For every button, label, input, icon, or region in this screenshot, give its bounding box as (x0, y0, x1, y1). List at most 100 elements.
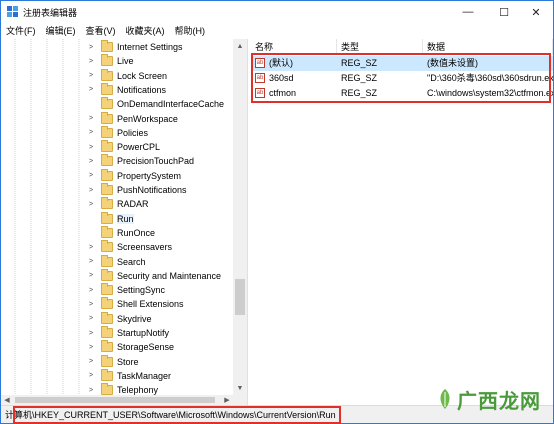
expand-chevron-icon[interactable]: > (87, 44, 95, 51)
scroll-thumb[interactable] (235, 279, 245, 315)
expand-chevron-icon[interactable]: > (87, 201, 95, 208)
expand-chevron-icon[interactable]: > (87, 58, 95, 65)
expand-chevron-icon[interactable]: > (87, 244, 95, 251)
scroll-up-icon[interactable]: ▲ (233, 39, 247, 53)
expand-chevron-icon[interactable]: > (87, 287, 95, 294)
expand-chevron-icon[interactable]: > (87, 129, 95, 136)
folder-icon (101, 268, 113, 281)
expand-chevron-icon[interactable]: > (87, 115, 95, 122)
expand-chevron-icon[interactable]: > (87, 258, 95, 265)
expand-chevron-icon[interactable]: > (87, 315, 95, 322)
minimize-button[interactable]: — (451, 1, 485, 23)
tree-item[interactable]: > Search (87, 254, 146, 269)
scroll-left-icon[interactable]: ◀ (1, 395, 13, 405)
column-header-type[interactable]: 类型 (337, 39, 423, 55)
tree-vertical-scrollbar[interactable]: ▲ ▼ (233, 39, 247, 395)
registry-editor-icon (7, 6, 18, 17)
folder-icon (101, 283, 113, 296)
expand-chevron-icon[interactable]: > (87, 86, 95, 93)
tree-item[interactable]: > Lock Screen (87, 68, 167, 83)
expand-chevron-icon[interactable]: > (87, 301, 95, 308)
expand-chevron-icon[interactable]: > (87, 172, 95, 179)
tree-horizontal-scrollbar[interactable]: ◀ ▶ (1, 395, 247, 405)
tree-item-label: Telephony (117, 385, 159, 395)
tree-item[interactable]: Run (87, 211, 134, 226)
tree-item[interactable]: RunOnce (87, 225, 155, 240)
tree-item[interactable]: > PenWorkspace (87, 111, 178, 126)
column-header-data[interactable]: 数据 (423, 39, 553, 55)
value-row-default[interactable]: ab (默认) REG_SZ (数值未设置) (251, 56, 553, 71)
scroll-down-icon[interactable]: ▼ (233, 381, 247, 395)
tree-item-label: Shell Extensions (117, 299, 184, 310)
menu-bar: 文件(F) 编辑(E) 查看(V) 收藏夹(A) 帮助(H) (1, 23, 553, 39)
tree-item[interactable]: OnDemandInterfaceCache (87, 97, 224, 111)
folder-icon (101, 68, 113, 81)
tree-item[interactable]: > PowerCPL (87, 140, 160, 154)
maximize-button[interactable]: ☐ (487, 1, 521, 23)
tree-item[interactable]: > Screensavers (87, 240, 172, 254)
tree-item[interactable]: > Store (87, 354, 139, 369)
menu-file[interactable]: 文件(F) (1, 23, 41, 39)
tree-item[interactable]: > Policies (87, 125, 148, 140)
tree-item[interactable]: > TaskManager (87, 368, 171, 383)
tree-item[interactable]: > StartupNotify (87, 326, 169, 340)
menu-favorites[interactable]: 收藏夹(A) (121, 23, 170, 39)
folder-icon (101, 140, 113, 153)
value-type: REG_SZ (341, 58, 378, 68)
tree-item-label: Search (117, 256, 146, 267)
menu-edit[interactable]: 编辑(E) (41, 23, 81, 39)
tree-item-label: OnDemandInterfaceCache (117, 99, 225, 110)
tree-item[interactable]: > PropertySystem (87, 168, 181, 183)
tree-item[interactable]: > Skydrive (87, 311, 152, 326)
tree-item[interactable]: > Notifications (87, 82, 166, 97)
expand-chevron-icon[interactable]: > (87, 387, 95, 394)
value-type: REG_SZ (341, 88, 378, 98)
expand-chevron-icon[interactable]: > (87, 158, 95, 165)
tree-item[interactable]: > Telephony (87, 383, 158, 395)
tree-item[interactable]: > Security and Maintenance (87, 268, 221, 283)
close-button[interactable]: ✕ (519, 1, 553, 23)
folder-icon (101, 168, 113, 181)
folder-icon (101, 97, 113, 110)
string-value-icon: ab (255, 88, 265, 98)
menu-view[interactable]: 查看(V) (81, 23, 121, 39)
tree-item-label: PenWorkspace (117, 113, 178, 124)
scroll-right-icon[interactable]: ▶ (221, 395, 233, 405)
folder-icon (101, 354, 113, 367)
tree-item[interactable]: > StorageSense (87, 340, 174, 354)
tree-item[interactable]: > Shell Extensions (87, 297, 184, 311)
tree-item[interactable]: > SettingSync (87, 283, 165, 297)
value-list-pane: 名称 类型 数据 ab (默认) REG_SZ (数值未设置) ab 360sd… (251, 39, 553, 405)
expand-chevron-icon[interactable]: > (87, 72, 95, 79)
expand-chevron-icon[interactable]: > (87, 272, 95, 279)
value-row-360sd[interactable]: ab 360sd REG_SZ "D:\360杀毒\360sd\360sdrun… (251, 71, 553, 86)
hscroll-thumb[interactable] (15, 397, 215, 403)
string-value-icon: ab (255, 73, 265, 83)
folder-icon (101, 111, 113, 124)
tree-item[interactable]: > PushNotifications (87, 183, 187, 197)
expand-chevron-icon[interactable]: > (87, 187, 95, 194)
value-data: (数值未设置) (427, 58, 478, 68)
expand-chevron-icon[interactable]: > (87, 330, 95, 337)
column-header-name[interactable]: 名称 (251, 39, 337, 55)
title-bar[interactable]: 注册表编辑器 — ☐ ✕ (1, 1, 553, 23)
folder-icon (101, 311, 113, 324)
tree-item[interactable]: > PrecisionTouchPad (87, 154, 194, 168)
expand-chevron-icon[interactable]: > (87, 144, 95, 151)
value-row-ctfmon[interactable]: ab ctfmon REG_SZ C:\windows\system32\ctf… (251, 86, 553, 101)
menu-help[interactable]: 帮助(H) (170, 23, 211, 39)
tree-item[interactable]: > Live (87, 54, 134, 68)
tree-item[interactable]: > Internet Settings (87, 40, 183, 54)
value-type: REG_SZ (341, 73, 378, 83)
folder-icon (101, 383, 113, 395)
folder-icon (101, 197, 113, 210)
registry-editor-window: 注册表编辑器 — ☐ ✕ 文件(F) 编辑(E) 查看(V) 收藏夹(A) 帮助… (0, 0, 554, 424)
expand-chevron-icon[interactable]: > (87, 344, 95, 351)
folder-icon (101, 240, 113, 253)
folder-icon (101, 254, 113, 267)
tree-item[interactable]: > RADAR (87, 197, 149, 211)
expand-chevron-icon[interactable]: > (87, 358, 95, 365)
tree-item-label: Run (117, 213, 134, 224)
expand-chevron-icon[interactable]: > (87, 372, 95, 379)
key-tree-pane[interactable]: > Internet Settings > Live > Lock Screen > Noti… (1, 39, 247, 395)
